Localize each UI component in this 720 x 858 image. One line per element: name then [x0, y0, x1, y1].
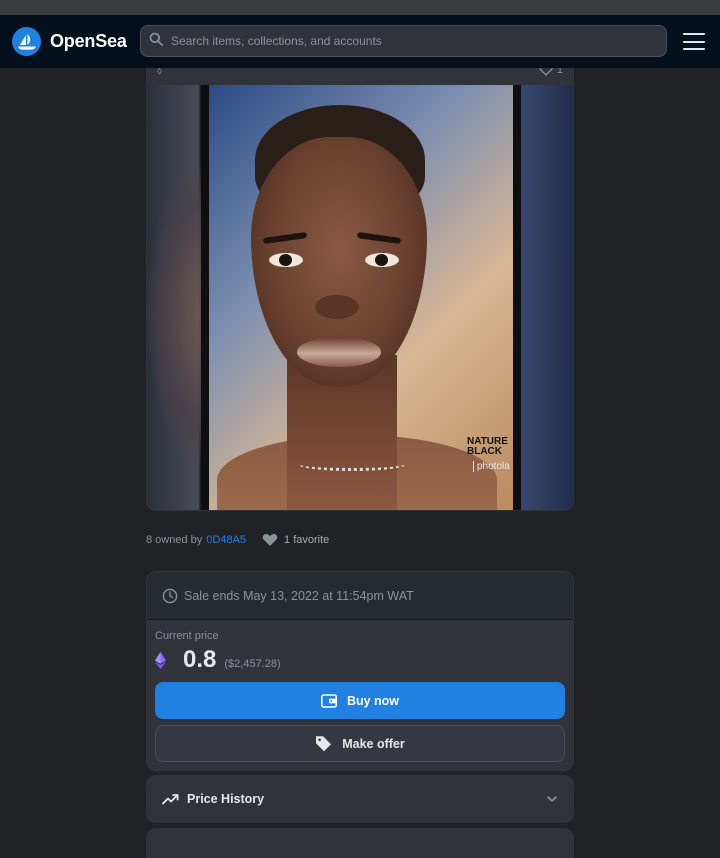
image-watermark-sub: photola — [473, 461, 510, 472]
heart-icon — [262, 534, 278, 546]
price-usd: ($2,457.28) — [224, 658, 281, 670]
opensea-boat-icon — [12, 27, 41, 56]
browser-top-strip — [0, 0, 720, 15]
hamburger-menu-icon[interactable] — [683, 33, 705, 50]
nft-image[interactable]: NATURE BLACK photola — [147, 85, 573, 510]
price-line: 0.8 ($2,457.28) — [155, 646, 565, 674]
trending-icon — [162, 794, 179, 805]
next-panel — [146, 828, 574, 858]
price-eth: 0.8 — [183, 646, 217, 673]
search-input[interactable] — [171, 34, 651, 48]
price-history-panel[interactable]: Price History — [146, 775, 574, 823]
top-navbar: OpenSea — [0, 15, 720, 68]
clock-icon — [162, 588, 178, 603]
chevron-down-icon[interactable] — [546, 790, 558, 808]
buy-now-label: Buy now — [346, 693, 400, 708]
ethereum-icon — [155, 651, 171, 669]
owner-address-link[interactable]: 0D48A5 — [206, 534, 246, 546]
trade-station: Sale ends May 13, 2022 at 11:54pm WAT Cu… — [146, 571, 574, 771]
ownership-row: 8 owned by 0D48A5 1 favorite — [146, 533, 329, 547]
tag-icon — [316, 736, 332, 752]
price-section: Current price 0.8 ($2,457.28) Buy now Ma… — [147, 620, 573, 762]
sale-timer: Sale ends May 13, 2022 at 11:54pm WAT — [147, 572, 573, 620]
nft-media-card: ⬨ 1 NATURE BLACK photola — [146, 50, 574, 511]
favorites-info[interactable]: 1 favorite — [262, 533, 329, 547]
make-offer-button[interactable]: Make offer — [155, 725, 565, 762]
image-watermark: NATURE BLACK — [467, 436, 508, 457]
favorites-label: 1 favorite — [284, 534, 330, 546]
sale-ends-text: Sale ends May 13, 2022 at 11:54pm WAT — [184, 588, 414, 603]
wallet-icon — [320, 693, 337, 708]
owned-by-label: 8 owned by — [146, 534, 203, 546]
search-icon — [149, 32, 163, 51]
make-offer-label: Make offer — [342, 736, 405, 751]
opensea-logo[interactable]: OpenSea — [12, 27, 127, 56]
current-price-label: Current price — [155, 630, 219, 642]
brand-name: OpenSea — [50, 31, 127, 51]
buy-now-button[interactable]: Buy now — [155, 682, 565, 719]
price-history-title: Price History — [187, 792, 265, 806]
search-bar[interactable] — [140, 25, 667, 57]
